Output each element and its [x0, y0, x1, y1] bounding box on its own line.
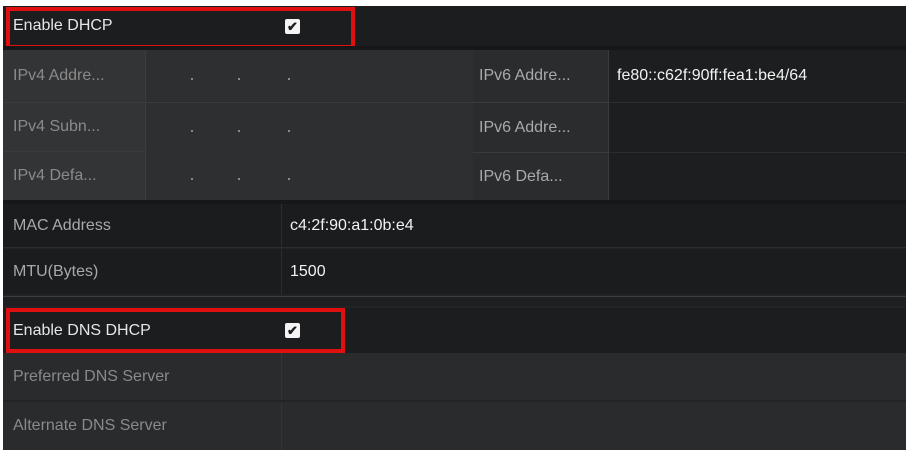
mtu-row: MTU(Bytes) 1500: [3, 249, 906, 294]
enable-dhcp-label: Enable DHCP: [13, 17, 113, 34]
ipv6-address1-value: fe80::c62f:90ff:fea1:be4/64: [609, 50, 906, 102]
ipv6-address1-label: IPv6 Addre...: [473, 50, 609, 102]
network-settings-panel: Enable DHCP ✔ IPv4 Addre... IPv6 Addre..…: [3, 6, 906, 450]
ipv6-gateway-value: [609, 152, 906, 200]
enable-dhcp-checkbox[interactable]: ✔: [285, 18, 300, 34]
preferred-dns-input[interactable]: [281, 353, 906, 400]
mtu-label: MTU(Bytes): [13, 262, 99, 280]
alternate-dns-label: Alternate DNS Server: [13, 417, 167, 434]
enable-dns-dhcp-label: Enable DNS DHCP: [13, 321, 151, 339]
ipv6-address2-label: IPv6 Addre...: [473, 102, 609, 152]
ipv4-address-label: IPv4 Addre...: [3, 50, 146, 102]
ipv4-gateway-row: IPv4 Defa... IPv6 Defa...: [3, 152, 906, 200]
enable-dns-dhcp-row: Enable DNS DHCP ✔: [3, 308, 906, 353]
ipv4-gateway-field[interactable]: [146, 152, 473, 200]
mac-address-label: MAC Address: [13, 216, 111, 234]
mac-address-row: MAC Address c4:2f:90:a1:0b:e4: [3, 204, 906, 248]
mtu-value[interactable]: 1500: [281, 249, 906, 294]
divider: [3, 296, 906, 306]
ipv6-address2-value: [609, 102, 906, 152]
enable-dhcp-cell: ✔: [285, 6, 345, 46]
ipv4-address-row: IPv4 Addre... IPv6 Addre... fe80::c62f:9…: [3, 50, 906, 102]
preferred-dns-label: Preferred DNS Server: [13, 367, 170, 385]
alternate-dns-row: Alternate DNS Server: [3, 402, 906, 450]
ipv4-subnet-field[interactable]: [146, 102, 473, 152]
enable-dns-dhcp-checkbox[interactable]: ✔: [285, 323, 300, 338]
ipv4-subnet-label: IPv4 Subn...: [3, 102, 146, 152]
ipv4-gateway-label: IPv4 Defa...: [3, 152, 146, 200]
enable-dhcp-row: Enable DHCP ✔: [3, 6, 906, 46]
ipv4-address-field[interactable]: [146, 50, 473, 102]
enable-dns-dhcp-cell: ✔: [285, 308, 345, 353]
ipv6-gateway-label: IPv6 Defa...: [473, 152, 609, 200]
mac-address-value: c4:2f:90:a1:0b:e4: [281, 204, 906, 247]
preferred-dns-row: Preferred DNS Server: [3, 353, 906, 401]
alternate-dns-input[interactable]: [281, 402, 906, 450]
ipv4-subnet-row: IPv4 Subn... IPv6 Addre...: [3, 102, 906, 152]
